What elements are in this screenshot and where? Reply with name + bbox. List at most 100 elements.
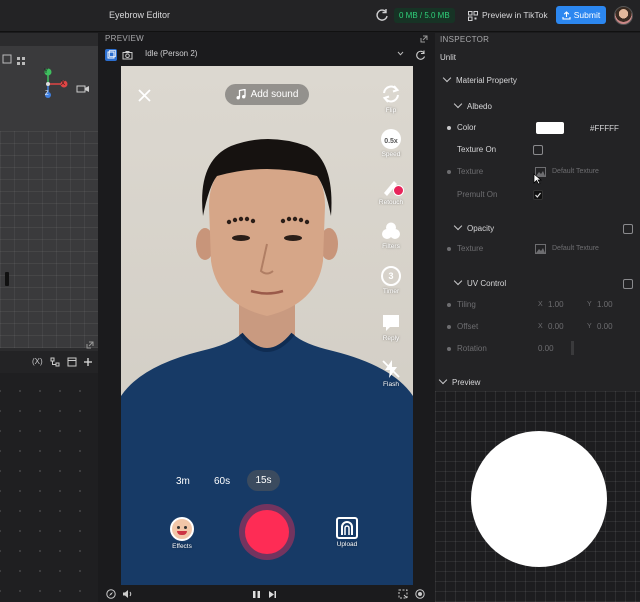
material-preview-canvas[interactable]: [435, 391, 640, 602]
flash-label: Flash: [383, 381, 399, 388]
storage-usage: 0 MB / 5.0 MB: [394, 8, 455, 23]
preview-panel: PREVIEW Idle (Person 2) Add sound Flip 0…: [100, 33, 433, 602]
grid-toggle-icon[interactable]: [16, 56, 26, 66]
texture-on-checkbox[interactable]: [533, 145, 543, 155]
uv-control-checkbox[interactable]: [623, 279, 633, 289]
playback-bar: [100, 586, 433, 602]
node-graph-toolbar: (X): [0, 341, 98, 373]
material-preview-sphere: [471, 431, 607, 567]
layers-icon: [107, 50, 116, 59]
chevron-down-icon: [442, 73, 452, 83]
filters-label: Filters: [382, 243, 400, 250]
effects-button[interactable]: Effects: [165, 517, 199, 550]
simulator-toggle[interactable]: [105, 49, 117, 61]
record-screen-icon[interactable]: [415, 589, 425, 599]
add-icon[interactable]: [83, 357, 93, 367]
rotation-value[interactable]: 0.00: [538, 344, 554, 353]
axis-y-label: Y: [44, 69, 49, 75]
preview-header: PREVIEW: [100, 33, 433, 46]
scene-viewport[interactable]: Y X Z: [0, 46, 98, 348]
axis-z-label: Z: [45, 91, 49, 97]
material-preview-section[interactable]: Preview: [438, 375, 480, 387]
retouch-button[interactable]: Retouch: [374, 175, 408, 206]
upload-button[interactable]: Upload: [330, 517, 364, 548]
premult-on-checkbox[interactable]: [533, 190, 543, 200]
opacity-texture-value: Default Texture: [552, 245, 599, 252]
opacity-title: Opacity: [467, 224, 495, 233]
offset-y-value[interactable]: 0.00: [597, 322, 613, 331]
speed-button[interactable]: 0.5x Speed: [374, 129, 408, 158]
refresh-icon[interactable]: [375, 8, 389, 22]
record-core: [245, 510, 289, 554]
speed-icon: 0.5x: [381, 129, 401, 149]
reply-button[interactable]: Reply: [374, 313, 408, 342]
tiling-y-value[interactable]: 1.00: [597, 300, 613, 309]
move-tool-icon[interactable]: [2, 54, 12, 64]
scene-panel: Y X Z (X): [0, 33, 98, 602]
camera-icon[interactable]: [122, 50, 133, 60]
record-button[interactable]: [239, 504, 295, 560]
filters-button[interactable]: Filters: [374, 221, 408, 250]
flash-button[interactable]: Flash: [374, 359, 408, 388]
external-link-icon[interactable]: [420, 35, 428, 43]
timer-icon: 3: [381, 266, 401, 286]
tiling-y-axis: Y: [587, 301, 592, 308]
offset-y-axis: Y: [587, 323, 592, 330]
volume-icon[interactable]: [122, 589, 133, 599]
duration-60s[interactable]: 60s: [214, 476, 230, 487]
offset-x-value[interactable]: 0.00: [548, 322, 564, 331]
submit-label: Submit: [573, 10, 601, 20]
uv-control-section[interactable]: UV Control: [453, 276, 507, 288]
tiling-x-value[interactable]: 1.00: [548, 300, 564, 309]
close-icon[interactable]: [138, 89, 151, 102]
panel-icon[interactable]: [67, 357, 77, 367]
texture-image-icon[interactable]: [535, 244, 546, 254]
select-area-icon[interactable]: [398, 589, 408, 599]
compass-icon[interactable]: [106, 589, 116, 599]
camera-icon[interactable]: [76, 84, 90, 94]
color-swatch[interactable]: [536, 122, 564, 134]
add-sound-button[interactable]: Add sound: [225, 84, 309, 105]
rotation-slider-handle[interactable]: [571, 341, 574, 355]
uv-control-title: UV Control: [467, 279, 507, 288]
albedo-section[interactable]: Albedo: [453, 99, 492, 111]
external-link-icon[interactable]: [86, 341, 94, 349]
tiling-label: Tiling: [457, 300, 476, 309]
preview-mode-value: Idle (Person 2): [145, 49, 198, 58]
user-avatar[interactable]: [614, 6, 633, 25]
step-forward-icon[interactable]: [268, 590, 277, 599]
chevron-down-icon: [453, 221, 463, 231]
preview-in-tiktok-button[interactable]: Preview in TikTok: [468, 8, 548, 23]
flip-button[interactable]: Flip: [374, 83, 408, 114]
texture-on-label: Texture On: [457, 145, 497, 154]
texture-bullet: [447, 170, 451, 174]
opacity-texture-bullet: [447, 247, 451, 251]
opacity-enable-checkbox[interactable]: [623, 224, 633, 234]
mouse-cursor-icon: [533, 173, 542, 185]
material-property-section[interactable]: Material Property: [442, 73, 517, 85]
app-title: Eyebrow Editor: [109, 10, 171, 20]
refresh-icon[interactable]: [415, 50, 426, 61]
variable-toggle[interactable]: (X): [32, 357, 43, 366]
scene-figure: [5, 272, 9, 286]
color-hex-value[interactable]: #FFFFF: [590, 124, 619, 133]
color-bullet: [447, 126, 451, 130]
phone-preview[interactable]: Add sound Flip 0.5x Speed Retouch Filter…: [121, 66, 413, 585]
rotation-label: Rotation: [457, 344, 487, 353]
opacity-section[interactable]: Opacity: [453, 221, 495, 233]
duration-3m[interactable]: 3m: [176, 476, 190, 487]
timer-label: Timer: [382, 288, 400, 295]
effects-icon: [170, 517, 194, 541]
submit-button[interactable]: Submit: [556, 6, 606, 24]
timer-button[interactable]: 3 Timer: [374, 266, 408, 295]
pause-icon[interactable]: [252, 590, 261, 599]
preview-title: PREVIEW: [105, 34, 144, 43]
material-property-title: Material Property: [456, 76, 517, 85]
hierarchy-icon[interactable]: [50, 357, 60, 367]
flip-label: Flip: [385, 107, 397, 114]
chevron-down-icon: [453, 99, 463, 109]
duration-15s[interactable]: 15s: [247, 470, 280, 491]
preview-mode-select[interactable]: Idle (Person 2): [145, 49, 407, 62]
node-graph[interactable]: (X): [0, 341, 98, 602]
chevron-down-icon: [397, 51, 404, 56]
